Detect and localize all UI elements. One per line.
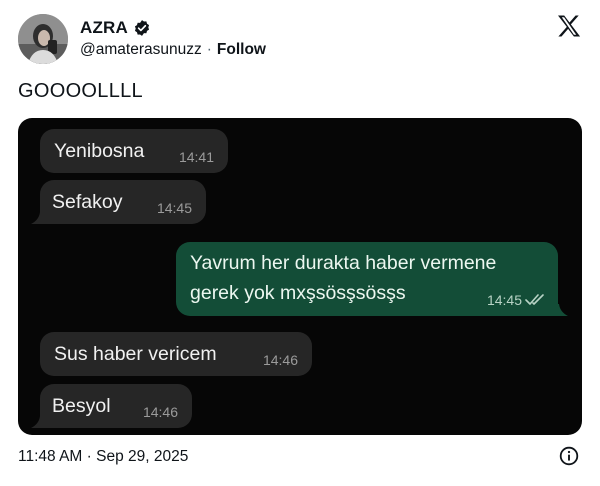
tweet-timestamp[interactable]: 11:48 AM · Sep 29, 2025 bbox=[18, 448, 188, 466]
message-time: 14:45 bbox=[156, 200, 192, 216]
verified-badge-icon bbox=[134, 20, 150, 36]
bubble-tail bbox=[552, 304, 568, 316]
double-check-icon bbox=[525, 294, 544, 305]
separator-dot: · bbox=[206, 41, 212, 58]
author-handle[interactable]: @amaterasunuzz bbox=[80, 41, 202, 59]
message-time: 14:46 bbox=[262, 352, 298, 368]
message-text: Sus haber vericem bbox=[54, 343, 217, 365]
message-time: 14:45 bbox=[486, 292, 522, 308]
avatar-image bbox=[18, 14, 68, 64]
bubble-tail bbox=[31, 212, 47, 224]
info-icon[interactable] bbox=[559, 446, 579, 466]
message-text: Yenibosna bbox=[54, 140, 145, 162]
message-bubble-incoming: Besyol 14:46 bbox=[40, 384, 192, 428]
author-block: AZRA @amaterasunuzz · Follow bbox=[80, 18, 266, 59]
tweet-text: GOOOOLLLL bbox=[18, 80, 143, 102]
message-text-line-2: gerek yok mxşsösşsösşs bbox=[190, 282, 406, 304]
avatar[interactable] bbox=[18, 14, 68, 64]
message-bubble-incoming: Yenibosna 14:41 bbox=[40, 129, 228, 173]
message-text-line-1: Yavrum her durakta haber vermene bbox=[190, 252, 497, 274]
follow-button[interactable]: Follow bbox=[217, 41, 266, 59]
message-bubble-outgoing: Yavrum her durakta haber vermene gerek y… bbox=[176, 242, 558, 316]
message-text: Sefakoy bbox=[52, 191, 123, 213]
message-time: 14:46 bbox=[142, 404, 178, 420]
x-logo-icon[interactable] bbox=[556, 14, 582, 38]
message-text: Besyol bbox=[52, 395, 111, 417]
bubble-tail bbox=[31, 416, 47, 428]
message-bubble-incoming: Sus haber vericem 14:46 bbox=[40, 332, 312, 376]
author-name[interactable]: AZRA bbox=[80, 18, 128, 38]
chat-screenshot[interactable]: Yenibosna 14:41 Sefakoy 14:45 Yavrum her… bbox=[18, 118, 582, 435]
message-bubble-incoming: Sefakoy 14:45 bbox=[40, 180, 206, 224]
message-time: 14:41 bbox=[178, 149, 214, 165]
